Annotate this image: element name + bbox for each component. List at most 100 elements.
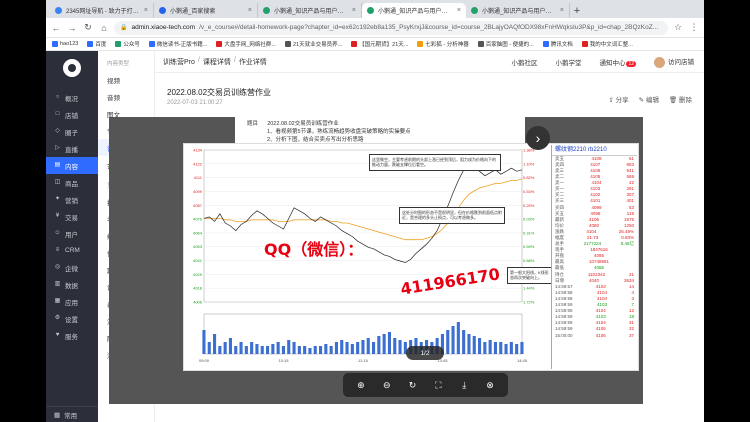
quote-price: 4104 [586, 228, 597, 234]
sidebar-item[interactable]: ♥ 服务 [46, 327, 98, 344]
bookmark-item[interactable]: 我的中文词汇整... [581, 40, 633, 48]
close-tab-icon[interactable]: × [352, 7, 356, 14]
bookmark-item[interactable]: hao123 [52, 41, 78, 47]
bookmark-label: 百度 [95, 42, 107, 48]
bookmark-item[interactable]: 微信读书-正版书籍... [148, 40, 207, 48]
x-tick: 14:45 [517, 358, 528, 363]
rotate-icon[interactable]: ↻ [405, 377, 421, 393]
quote-label: 卖四 [555, 161, 564, 167]
close-tab-icon[interactable]: × [457, 7, 461, 14]
quote-price: 4107 [590, 161, 601, 167]
sidebar-item[interactable]: ⚙ 设置 [46, 310, 98, 327]
y-tick-right: 0.31% [523, 230, 535, 235]
zoom-out-icon[interactable]: ⊖ [379, 377, 395, 393]
sidebar-item-label: 营销 [65, 197, 78, 205]
sidebar-icon: ◫ [54, 179, 61, 185]
url-field[interactable]: 🔒 admin.xiaoe-tech.com/v_e_course#/detai… [114, 20, 668, 35]
home-icon[interactable]: ⌂ [98, 23, 110, 33]
sidebar-item[interactable]: ≡ CRM [46, 242, 98, 259]
quote-price: 4040 [588, 277, 599, 283]
bookmark-item[interactable]: 21天就业交易员养... [284, 40, 342, 48]
quote-price: 1847616 [590, 247, 608, 253]
sidebar-item-label: 应用 [65, 299, 78, 307]
quote-price: 4103 [590, 186, 601, 192]
next-image-button[interactable]: › [526, 126, 550, 150]
delete-button[interactable]: 🗑 删除 [669, 94, 692, 104]
reload-icon[interactable]: ↻ [82, 22, 94, 33]
bookmark-item[interactable]: 【国元期货】21天... [351, 40, 408, 48]
back-icon[interactable]: ← [50, 23, 62, 33]
quote-price: 4104 [597, 295, 608, 301]
browser-tab[interactable]: 小鹅通_知识产品与用户服务的 × [258, 3, 362, 18]
volume-bar [499, 342, 503, 354]
sidebar-item[interactable]: ▷ 直播 [46, 140, 98, 157]
fit-icon[interactable]: ⛶ [430, 377, 446, 393]
subnav-item[interactable]: 视频 [98, 71, 154, 88]
community-link[interactable]: 小鹅社区 [511, 57, 537, 67]
bookmark-item[interactable]: 大盘手网_网络社群... [216, 40, 276, 48]
intraday-chart: 4134 1.38%4122 1.10%4111 0.82%4099 0.53%4087… [193, 148, 535, 364]
sidebar-item[interactable]: ✦ 营销 [46, 191, 98, 208]
sidebar-icon: ☺ [54, 230, 61, 236]
close-icon[interactable]: ⊗ [482, 377, 498, 393]
volume-bar [372, 342, 376, 354]
browser-tab[interactable]: 小鹅通_百家搜索 × [154, 3, 258, 18]
y-tick-left: 4041 [193, 258, 203, 263]
close-tab-icon[interactable]: × [560, 7, 564, 14]
menu-icon[interactable]: ⋮ [688, 22, 700, 33]
bookmark-item[interactable]: 公众号 [115, 40, 140, 48]
quote-price: 4099 [591, 204, 602, 210]
visit-store[interactable]: 访问店铺 [654, 56, 694, 68]
quote-price: 4104 [597, 289, 608, 295]
notice-badge: 12 [626, 61, 636, 67]
bookmark-item[interactable]: 百度 [87, 40, 106, 48]
sidebar-item[interactable]: ◫ 商品 [46, 174, 98, 191]
edit-button[interactable]: ✎ 编辑 [639, 94, 659, 104]
study-link[interactable]: 小鹅学堂 [555, 57, 581, 67]
quote-label: 买四 [555, 204, 564, 210]
sidebar-item[interactable]: □ 店铺 [46, 106, 98, 123]
close-tab-icon[interactable]: × [144, 7, 148, 14]
sidebar-item[interactable]: ☺ 用户 [46, 225, 98, 242]
share-button[interactable]: ⇪ 分享 [608, 94, 628, 104]
volume-bar [250, 342, 254, 354]
zoom-in-icon[interactable]: ⊕ [353, 377, 369, 393]
quote-label: 日增 [555, 277, 564, 283]
forward-icon[interactable]: → [66, 23, 78, 33]
subnav-item[interactable]: 音频 [98, 88, 154, 105]
bookmark-item[interactable]: 腾讯文档 [542, 40, 573, 48]
sidebar-item[interactable]: ◎ 企微 [46, 259, 98, 276]
breadcrumb-camp[interactable]: 训练营Pro [163, 57, 195, 67]
sidebar-item[interactable]: ○ 概况 [46, 89, 98, 106]
quote-label: 卖二 [555, 174, 564, 180]
download-icon[interactable]: ⤓ [456, 377, 472, 393]
bookmark-item[interactable]: 百家脑图 - 便捷的... [477, 40, 534, 48]
sidebar-item[interactable]: ▤ 内容 [46, 157, 98, 174]
sidebar-common[interactable]: ▦ 常用 [46, 406, 98, 422]
sidebar-item[interactable]: ¥ 交易 [46, 208, 98, 225]
volume-bar [239, 342, 243, 354]
y-tick-left: 4076 [193, 217, 203, 222]
volume-bar [361, 340, 365, 354]
close-tab-icon[interactable]: × [248, 7, 252, 14]
browser-tab[interactable]: 小鹅通_知识产品与用户服务的 × [362, 3, 466, 18]
sidebar-icon: ▥ [54, 281, 61, 287]
quote-label: 14:59:59 [555, 302, 573, 308]
address-bar-row: ← → ↻ ⌂ 🔒 admin.xiaoe-tech.com/v_e_cours… [46, 18, 704, 38]
volume-bar [313, 346, 317, 354]
y-tick-right: 0.82% [523, 175, 535, 180]
bookmark-item[interactable]: 七彩狐 - 分析神器 [417, 40, 469, 48]
new-tab-button[interactable]: + [570, 3, 584, 18]
sidebar-item[interactable]: ▥ 数据 [46, 276, 98, 293]
sidebar-item[interactable]: ▦ 应用 [46, 293, 98, 310]
volume-bar [446, 330, 450, 354]
sidebar-icon: ▷ [55, 145, 60, 151]
tab-title: 2345网址导航 - 致力于打造百年品牌 [66, 9, 140, 15]
browser-tab[interactable]: 小鹅通_知识产品与用户服务的 × [466, 3, 570, 18]
sidebar-item[interactable]: ◇ 圈子 [46, 123, 98, 140]
star-icon[interactable]: ☆ [672, 22, 684, 33]
breadcrumb-course[interactable]: 课程详情 [203, 57, 231, 67]
notice-link[interactable]: 通知中心 12 [599, 57, 636, 67]
browser-tab[interactable]: 2345网址导航 - 致力于打造百年品牌 × [50, 3, 154, 18]
quote-label: 14:59:59 [555, 308, 573, 314]
